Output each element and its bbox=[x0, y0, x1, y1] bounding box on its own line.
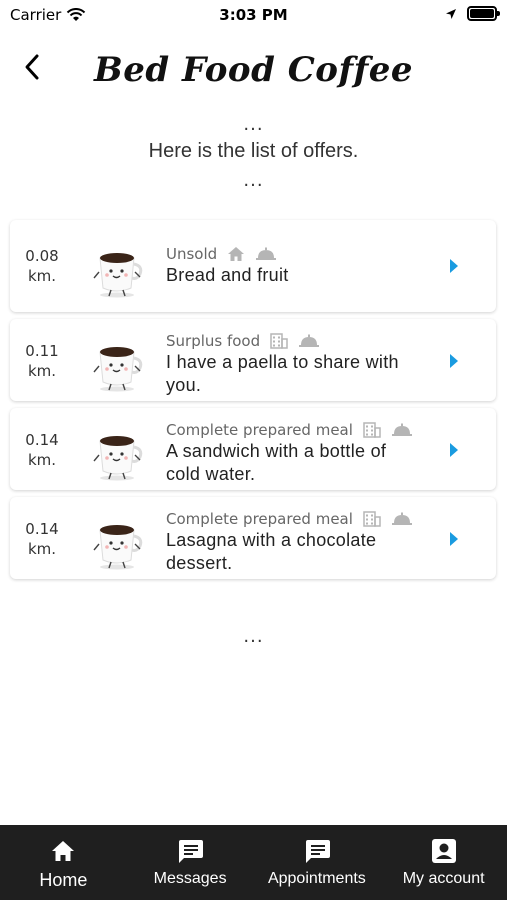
offer-body: Surplus food I have a paella to share wi… bbox=[166, 331, 436, 397]
distance-value: 0.14 bbox=[25, 520, 59, 538]
chevron-right-icon bbox=[450, 354, 458, 368]
dots-top: ... bbox=[243, 114, 264, 135]
offer-category: Surplus food bbox=[166, 332, 261, 350]
coffee-cup-icon bbox=[93, 525, 143, 570]
offer-item[interactable]: 0.14 km. Complete prepared meal Lasagna … bbox=[10, 497, 496, 579]
offer-distance: 0.14 km. bbox=[10, 430, 74, 470]
offer-distance: 0.11 km. bbox=[10, 341, 74, 381]
offer-title-line-1: A sandwich with a bottle of bbox=[166, 441, 387, 461]
category-row: Unsold bbox=[166, 244, 436, 264]
offer-category: Complete prepared meal bbox=[166, 421, 353, 439]
tab-bar: Home Messages Appointments My account bbox=[0, 825, 507, 900]
status-right bbox=[445, 6, 500, 21]
offer-category: Complete prepared meal bbox=[166, 510, 353, 528]
clock: 3:03 PM bbox=[219, 6, 288, 24]
category-row: Surplus food bbox=[166, 331, 436, 351]
app-logo: Bed Food Coffee bbox=[94, 50, 413, 90]
building-icon bbox=[363, 511, 381, 527]
coffee-cup-icon bbox=[93, 436, 143, 481]
offer-item[interactable]: 0.08 km. Unsold Bread and fruit bbox=[10, 220, 496, 312]
cloche-icon bbox=[391, 512, 412, 525]
offer-title: Bread and fruit bbox=[166, 265, 289, 285]
tab-messages-label: Messages bbox=[153, 870, 227, 887]
chevron-right-icon bbox=[450, 259, 458, 273]
distance-unit: km. bbox=[27, 540, 57, 558]
tab-my-account[interactable]: My account bbox=[380, 825, 507, 900]
intro-text: Here is the list of offers. bbox=[148, 140, 359, 162]
cloche-icon bbox=[256, 247, 277, 260]
distance-unit: km. bbox=[27, 451, 57, 469]
tab-home-label: Home bbox=[39, 870, 88, 890]
offer-title-line-2: cold water. bbox=[166, 464, 256, 484]
tab-home[interactable]: Home bbox=[0, 825, 127, 900]
category-row: Complete prepared meal bbox=[166, 509, 436, 529]
distance-value: 0.14 bbox=[25, 431, 59, 449]
dots-bottom: ... bbox=[243, 170, 264, 191]
coffee-cup-icon bbox=[93, 347, 143, 392]
offer-distance: 0.08 km. bbox=[10, 246, 74, 286]
distance-unit: km. bbox=[27, 362, 57, 380]
app-header: Bed Food Coffee bbox=[0, 40, 507, 110]
distance-value: 0.11 bbox=[25, 342, 59, 360]
distance-unit: km. bbox=[27, 267, 57, 285]
tab-appointments-label: Appointments bbox=[267, 870, 366, 887]
account-icon bbox=[431, 839, 456, 863]
offer-body: Unsold Bread and fruit bbox=[166, 244, 436, 287]
coffee-cup-icon bbox=[93, 253, 143, 298]
cloche-icon bbox=[391, 423, 412, 436]
cloche-icon bbox=[299, 334, 320, 347]
category-row: Complete prepared meal bbox=[166, 420, 436, 440]
building-icon bbox=[270, 333, 288, 349]
location-arrow-icon bbox=[446, 8, 456, 19]
offer-distance: 0.14 km. bbox=[10, 519, 74, 559]
battery-icon bbox=[467, 6, 500, 21]
offer-body: Complete prepared meal A sandwich with a… bbox=[166, 420, 436, 486]
offer-item[interactable]: 0.14 km. Complete prepared meal A sandwi… bbox=[10, 408, 496, 490]
offer-body: Complete prepared meal Lasagna with a ch… bbox=[166, 509, 436, 575]
message-icon bbox=[305, 840, 330, 863]
chevron-right-icon bbox=[450, 532, 458, 546]
offer-title-line-2: you. bbox=[166, 375, 202, 395]
building-icon bbox=[363, 422, 381, 438]
home-icon bbox=[52, 841, 75, 861]
offer-title-line-1: I have a paella to share with bbox=[166, 352, 399, 372]
tab-my-account-label: My account bbox=[402, 870, 485, 887]
tab-appointments[interactable]: Appointments bbox=[254, 825, 381, 900]
offer-list: 0.08 km. Unsold Bread and fruit 0.11 km.… bbox=[10, 220, 496, 586]
message-icon bbox=[179, 840, 204, 863]
status-bar: Carrier 3:03 PM bbox=[0, 0, 507, 30]
offer-category: Unsold bbox=[166, 245, 218, 263]
offer-item[interactable]: 0.11 km. Surplus food I have a paella to… bbox=[10, 319, 496, 401]
tab-messages[interactable]: Messages bbox=[127, 825, 254, 900]
offer-title-line-1: Lasagna with a chocolate bbox=[166, 530, 377, 550]
offer-title-line-2: dessert. bbox=[166, 553, 233, 573]
chevron-right-icon bbox=[450, 443, 458, 457]
dots-footer: ... bbox=[243, 626, 264, 647]
house-icon bbox=[228, 247, 245, 261]
distance-value: 0.08 bbox=[25, 247, 59, 265]
